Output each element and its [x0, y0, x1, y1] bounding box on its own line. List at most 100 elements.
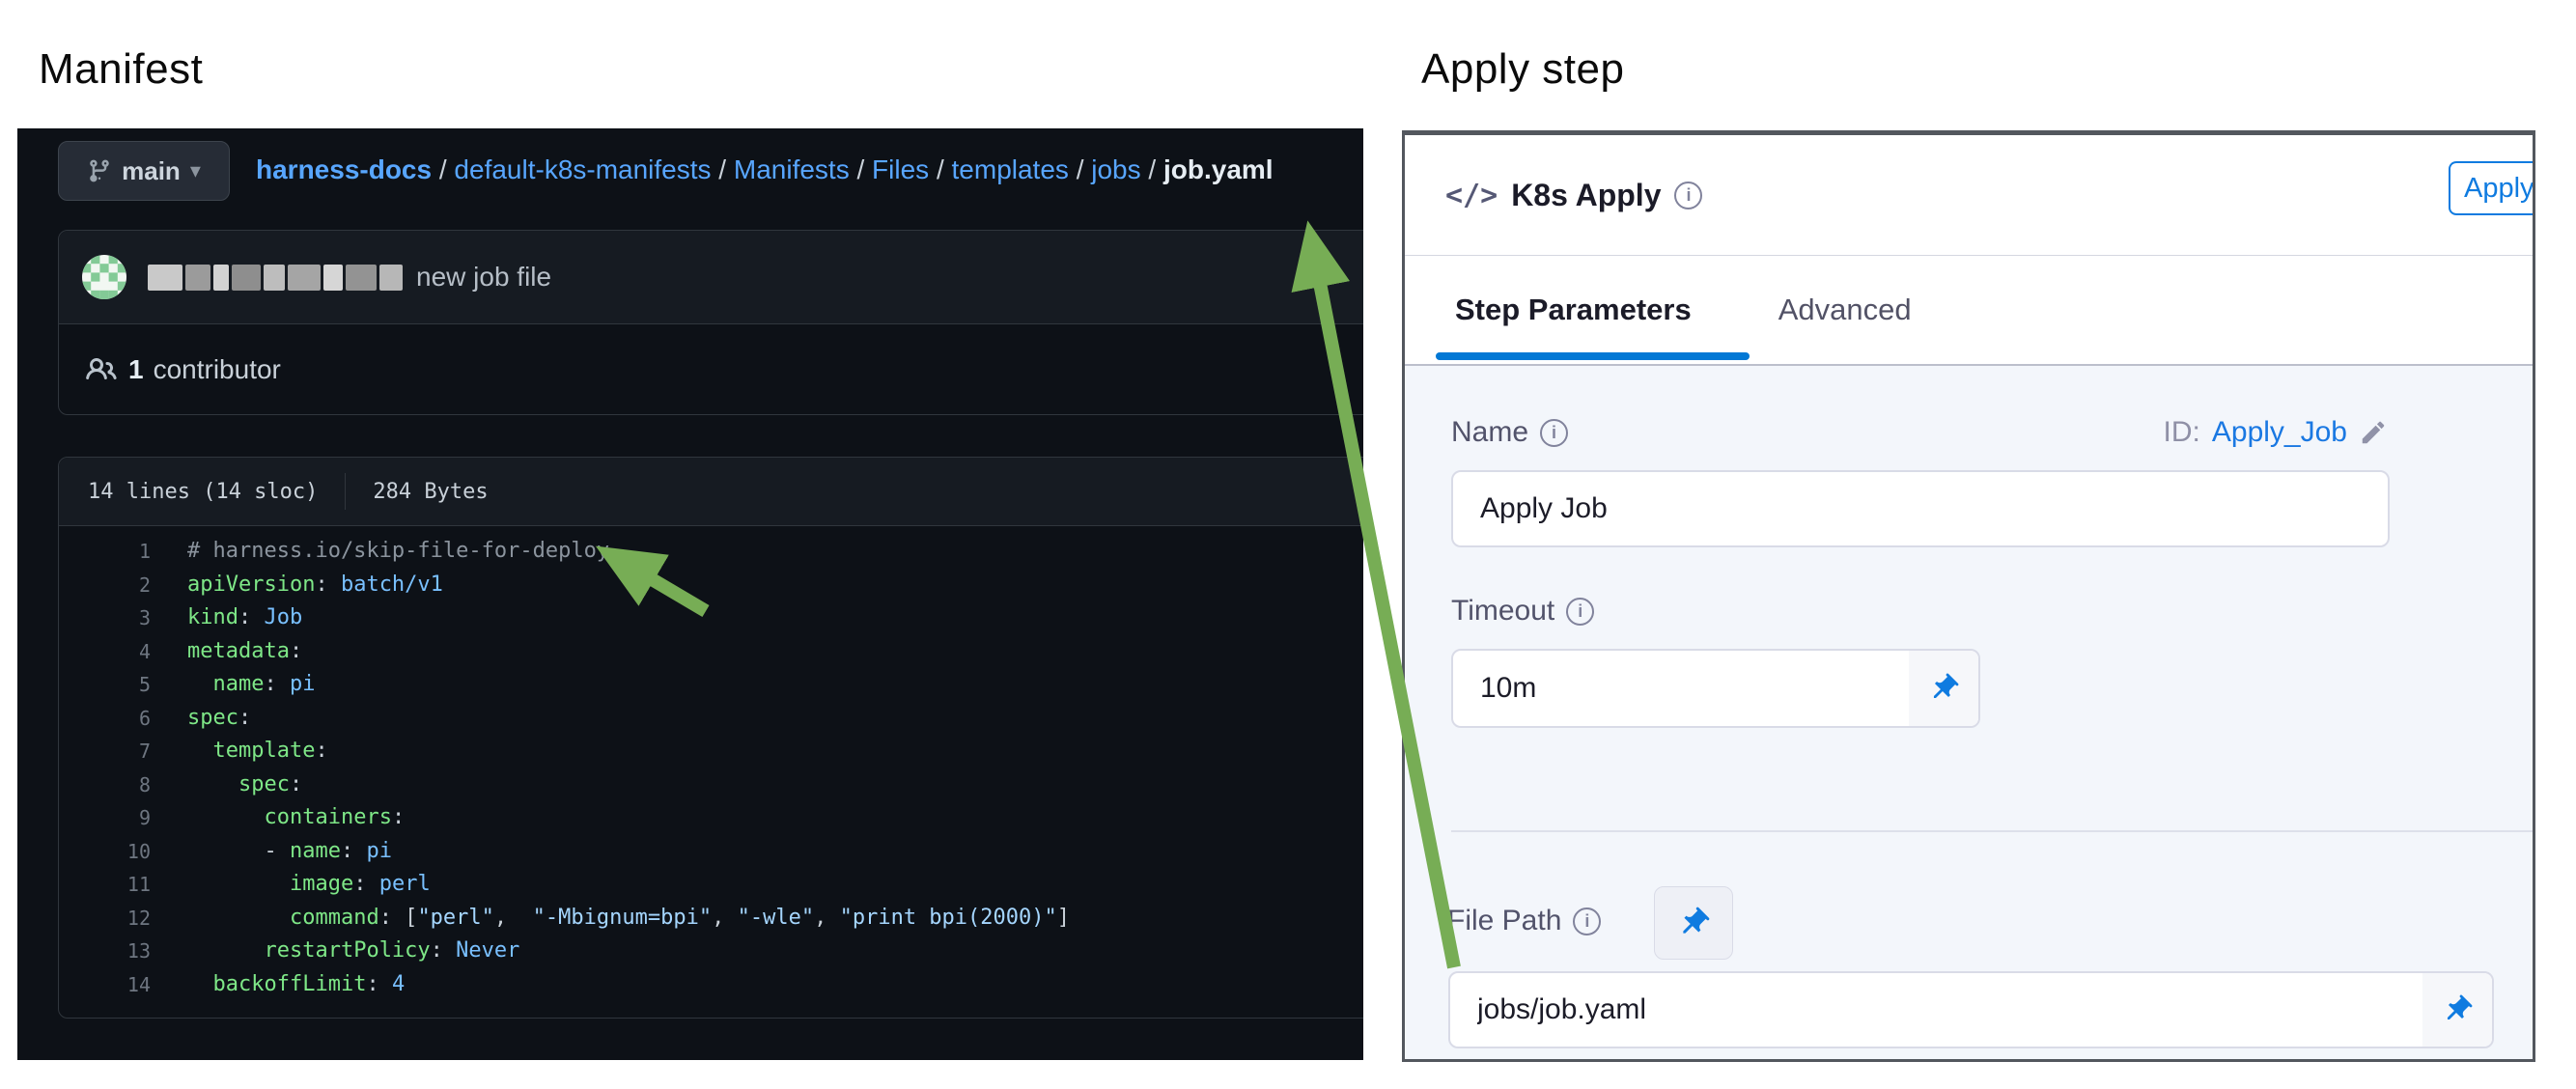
code-token: 4: [392, 972, 405, 996]
active-tab-underline: [1436, 352, 1750, 360]
code-line: 3kind: Job: [59, 601, 1363, 635]
code-line: 4metadata:: [59, 635, 1363, 669]
code-token: batch/v1: [341, 572, 443, 597]
info-icon[interactable]: i: [1540, 419, 1568, 447]
code-token: name: [290, 839, 341, 863]
name-label-text: Name: [1451, 416, 1528, 449]
breadcrumb-item: job.yaml: [1163, 154, 1274, 184]
line-content: name: pi: [151, 668, 315, 702]
line-number[interactable]: 5: [59, 668, 151, 702]
contributor-label: contributor: [154, 354, 281, 385]
code-token: Job: [264, 605, 302, 629]
code-token: [187, 772, 238, 796]
apply-changes-button[interactable]: Apply: [2449, 161, 2535, 215]
code-lines: 1# harness.io/skip-file-for-deploy2apiVe…: [59, 526, 1363, 1001]
file-path-field-label: File Path i: [1447, 905, 1601, 937]
code-line: 13 restartPolicy: Never: [59, 935, 1363, 968]
code-token: Never: [456, 938, 519, 963]
file-size: 284 Bytes: [373, 480, 488, 504]
line-number[interactable]: 6: [59, 702, 151, 736]
timeout-label-text: Timeout: [1451, 595, 1554, 628]
code-token: ,: [712, 906, 738, 930]
line-number[interactable]: 8: [59, 768, 151, 802]
breadcrumb-item[interactable]: jobs: [1091, 154, 1140, 184]
step-header: </> K8s Apply i: [1405, 135, 2533, 256]
line-number[interactable]: 7: [59, 735, 151, 768]
breadcrumb-separator: /: [1069, 154, 1091, 184]
section-divider: [1451, 830, 2533, 832]
file-line-count: 14 lines (14 sloc): [88, 480, 318, 504]
breadcrumb-item[interactable]: harness-docs: [256, 154, 432, 184]
file-path-field: [1448, 971, 2494, 1048]
tab-advanced[interactable]: Advanced: [1778, 293, 1912, 327]
code-line: 11 image: perl: [59, 868, 1363, 902]
breadcrumb-item[interactable]: default-k8s-manifests: [454, 154, 711, 184]
step-id-row: ID: Apply_Job: [2164, 416, 2388, 449]
code-token: "-Mbignum=bpi": [533, 906, 712, 930]
code-token: :: [290, 772, 302, 796]
code-icon: </>: [1445, 179, 1498, 212]
line-content: backoffLimit: 4: [151, 968, 405, 1002]
people-icon: [86, 354, 117, 385]
pencil-icon[interactable]: [2359, 418, 2388, 447]
avatar[interactable]: [82, 255, 126, 299]
code-line: 12 command: ["perl", "-Mbignum=bpi", "-w…: [59, 902, 1363, 935]
code-token: : [: [379, 906, 418, 930]
github-file-panel: main ▾ harness-docs / default-k8s-manife…: [17, 128, 1363, 1060]
line-number[interactable]: 10: [59, 835, 151, 869]
breadcrumb-item[interactable]: Manifests: [734, 154, 850, 184]
file-content-box: 14 lines (14 sloc) 284 Bytes 1# harness.…: [58, 457, 1363, 1019]
line-content: spec:: [151, 702, 251, 736]
info-icon[interactable]: i: [1674, 182, 1702, 209]
code-token: :: [315, 572, 341, 597]
commit-message[interactable]: new job file: [416, 262, 551, 293]
breadcrumb-separator: /: [850, 154, 872, 184]
k8s-apply-step-panel: </> K8s Apply i Apply Step Parameters Adv…: [1402, 130, 2535, 1062]
timeout-input[interactable]: [1451, 649, 1980, 728]
code-token: ]: [1057, 906, 1070, 930]
code-token: [187, 872, 290, 896]
code-token: :: [238, 706, 251, 730]
pushpin-icon: [1927, 672, 1960, 705]
timeout-pin-toggle[interactable]: [1909, 651, 1978, 726]
name-field-label: Name i: [1451, 416, 1568, 449]
tabs: Step Parameters Advanced: [1405, 256, 2533, 366]
line-number[interactable]: 12: [59, 902, 151, 935]
line-number[interactable]: 9: [59, 801, 151, 835]
info-icon[interactable]: i: [1573, 908, 1601, 935]
chevron-down-icon: ▾: [190, 160, 201, 182]
file-path-input[interactable]: [1448, 971, 2494, 1048]
manifest-section-title: Manifest: [39, 45, 203, 94]
line-number[interactable]: 14: [59, 968, 151, 1002]
line-content: containers:: [151, 801, 405, 835]
name-input[interactable]: [1451, 470, 2390, 547]
breadcrumb-item[interactable]: Files: [872, 154, 929, 184]
line-number[interactable]: 11: [59, 868, 151, 902]
contributors-row[interactable]: 1 contributor: [59, 324, 1363, 415]
branch-selector-button[interactable]: main ▾: [58, 141, 230, 201]
code-token: [187, 739, 213, 763]
file-path-pin-button[interactable]: [1654, 886, 1733, 960]
code-line: 9 containers:: [59, 801, 1363, 835]
line-content: - name: pi: [151, 835, 392, 869]
line-number[interactable]: 2: [59, 569, 151, 602]
file-path-pin-toggle[interactable]: [2422, 973, 2492, 1047]
line-content: metadata:: [151, 635, 302, 669]
redacted-username[interactable]: [148, 265, 403, 291]
tab-step-parameters[interactable]: Step Parameters: [1455, 293, 1692, 327]
breadcrumb-item[interactable]: templates: [952, 154, 1069, 184]
git-branch-icon: [87, 158, 112, 183]
line-number[interactable]: 4: [59, 635, 151, 669]
line-number[interactable]: 3: [59, 601, 151, 635]
code-token: ,: [494, 906, 533, 930]
id-value-link[interactable]: Apply_Job: [2212, 416, 2347, 449]
line-number[interactable]: 1: [59, 535, 151, 569]
line-number[interactable]: 13: [59, 935, 151, 968]
code-token: :: [431, 938, 457, 963]
step-parameters-content: Name i ID: Apply_Job Timeout i: [1405, 366, 2533, 1059]
code-token: [187, 938, 264, 963]
code-line: 8 spec:: [59, 768, 1363, 802]
info-icon[interactable]: i: [1566, 598, 1594, 626]
code-token: :: [353, 872, 379, 896]
line-content: # harness.io/skip-file-for-deploy: [151, 535, 609, 569]
